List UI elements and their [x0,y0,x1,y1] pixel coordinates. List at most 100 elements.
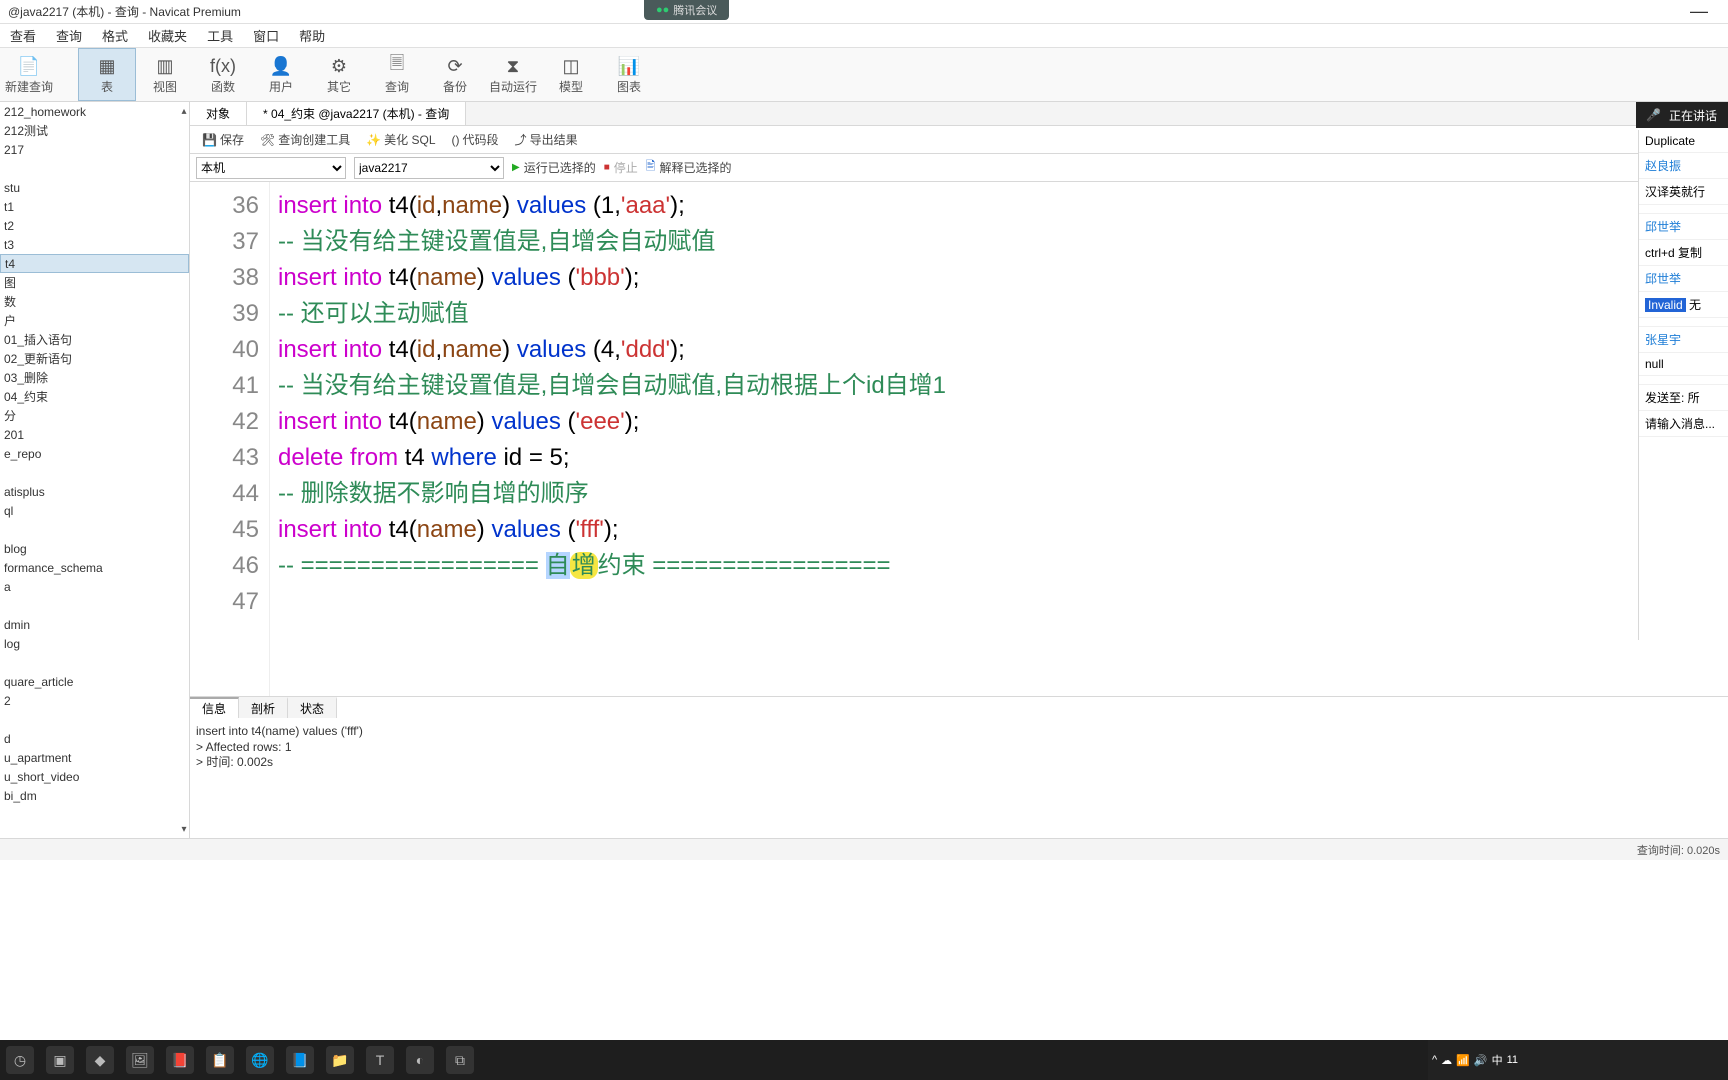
code-line[interactable]: -- 删除数据不影响自增的顺序 [270,476,1728,512]
code-area[interactable]: insert into t4(id,name) values (1,'aaa')… [270,182,1728,696]
system-tray[interactable]: ^ ☁ 📶 🔊 中 11 [1428,1040,1728,1080]
ribbon-其它[interactable]: ⚙其它 [310,48,368,101]
tray-caret-icon[interactable]: ^ [1432,1054,1437,1066]
sidebar-item[interactable]: 户 [0,311,189,330]
tray-wifi-icon[interactable]: 📶 [1456,1054,1470,1067]
sidebar-item[interactable]: u_short_video [0,767,189,786]
code-line[interactable]: insert into t4(name) values ('fff'); [270,512,1728,548]
sidebar-item[interactable]: log [0,634,189,653]
menu-format[interactable]: 格式 [92,26,138,45]
sidebar-item[interactable]: quare_article [0,672,189,691]
sidebar-item[interactable]: 数 [0,292,189,311]
menu-tools[interactable]: 工具 [197,26,243,45]
menu-view[interactable]: 查看 [0,26,46,45]
taskbar-terminal[interactable]: ▣ [46,1046,74,1074]
ribbon-表[interactable]: ▦表 [78,48,136,101]
taskbar-app-7[interactable]: ◐ [406,1046,434,1074]
sidebar-item[interactable]: t2 [0,216,189,235]
result-tab[interactable]: 状态 [288,697,337,718]
editor[interactable]: 363738394041424344454647 insert into t4(… [190,182,1728,696]
tray-weather-icon[interactable]: ☁ [1441,1054,1452,1067]
sidebar-item[interactable]: 212_homework [0,102,189,121]
editor-tab[interactable]: * 04_约束 @java2217 (本机) - 查询 [247,102,466,125]
code-line[interactable]: insert into t4(name) values ('eee'); [270,404,1728,440]
taskbar-app-3[interactable]: 📕 [166,1046,194,1074]
sidebar-item[interactable]: t1 [0,197,189,216]
sidebar-item[interactable]: 图 [0,273,189,292]
sidebar-item[interactable] [0,159,189,178]
tray-ime[interactable]: 中 [1492,1052,1503,1068]
db-select[interactable]: java2217 [354,157,504,179]
code-line[interactable] [270,584,1728,620]
tool-保存[interactable]: 💾保存 [196,131,250,148]
sidebar-item[interactable]: 217 [0,140,189,159]
tray-hour[interactable]: 11 [1507,1054,1518,1066]
minimize-button[interactable]: — [1670,1,1728,22]
sidebar-item[interactable]: d [0,729,189,748]
sidebar-item[interactable] [0,520,189,539]
sidebar-item[interactable]: u_apartment [0,748,189,767]
sidebar-item[interactable]: stu [0,178,189,197]
tool-查询创建工具[interactable]: 🛠查询创建工具 [254,131,356,148]
taskbar-app-5[interactable]: 📘 [286,1046,314,1074]
conn-select[interactable]: 本机 [196,157,346,179]
code-line[interactable]: insert into t4(id,name) values (1,'aaa')… [270,188,1728,224]
sidebar-item[interactable]: bi_dm [0,786,189,805]
taskbar-app-1[interactable]: ◆ [86,1046,114,1074]
ribbon-用户[interactable]: 👤用户 [252,48,310,101]
ribbon-视图[interactable]: ▥视图 [136,48,194,101]
run-button[interactable]: ▶运行已选择的 [512,159,596,176]
sidebar-item[interactable]: 212测试 [0,121,189,140]
sidebar-item[interactable]: formance_schema [0,558,189,577]
sidebar-item[interactable]: a [0,577,189,596]
scroll-down-icon[interactable]: ▾ [179,820,189,838]
ribbon-自动运行[interactable]: ⧗自动运行 [484,48,542,101]
ribbon-模型[interactable]: ◫模型 [542,48,600,101]
result-tab[interactable]: 剖析 [239,697,288,718]
code-line[interactable]: -- 当没有给主键设置值是,自增会自动赋值,自动根据上个id自增1 [270,368,1728,404]
sidebar-item[interactable]: 04_约束 [0,387,189,406]
sidebar-item[interactable] [0,596,189,615]
ribbon-备份[interactable]: ⟳备份 [426,48,484,101]
sidebar-item[interactable]: t4 [0,254,189,273]
explain-button[interactable]: 🖹解释已选择的 [646,157,732,178]
meeting-pill[interactable]: ●●腾讯会议 [644,0,729,20]
taskbar-app-4[interactable]: 📋 [206,1046,234,1074]
taskbar-app-2[interactable]: 🖼 [126,1046,154,1074]
stop-button[interactable]: ■停止 [604,159,638,176]
sidebar-item[interactable]: t3 [0,235,189,254]
mic-bar[interactable]: 🎤正在讲话 [1636,102,1728,128]
sidebar-item[interactable]: 分 [0,406,189,425]
taskbar-app-8[interactable]: ⧉ [446,1046,474,1074]
menu-window[interactable]: 窗口 [243,26,289,45]
sidebar-item[interactable]: dmin [0,615,189,634]
ribbon-函数[interactable]: f(x)函数 [194,48,252,101]
sidebar-item[interactable] [0,653,189,672]
menu-help[interactable]: 帮助 [289,26,335,45]
sidebar-item[interactable] [0,463,189,482]
editor-tab[interactable]: 对象 [190,102,247,125]
sidebar-item[interactable]: 201 [0,425,189,444]
code-line[interactable]: insert into t4(name) values ('bbb'); [270,260,1728,296]
code-line[interactable]: -- 还可以主动赋值 [270,296,1728,332]
code-line[interactable]: delete from t4 where id = 5; [270,440,1728,476]
sidebar-item[interactable]: ql [0,501,189,520]
taskbar-start[interactable]: ◷ [6,1046,34,1074]
ribbon-查询[interactable]: 🗏查询 [368,48,426,101]
sidebar-item[interactable]: e_repo [0,444,189,463]
tool-美化 SQL[interactable]: ✨美化 SQL [360,131,441,148]
taskbar-edge[interactable]: 🌐 [246,1046,274,1074]
tool-代码段[interactable]: ()代码段 [446,131,505,148]
sidebar-item[interactable]: blog [0,539,189,558]
ribbon-图表[interactable]: 📊图表 [600,48,658,101]
menu-fav[interactable]: 收藏夹 [138,26,197,45]
tool-导出结果[interactable]: ⤴导出结果 [509,131,584,148]
sidebar-item[interactable]: atisplus [0,482,189,501]
sidebar-item[interactable]: 03_删除 [0,368,189,387]
code-line[interactable]: -- ================= 自增约束 ==============… [270,548,1728,584]
scroll-up-icon[interactable]: ▴ [179,102,189,120]
code-line[interactable]: insert into t4(id,name) values (4,'ddd')… [270,332,1728,368]
taskbar-folder[interactable]: 📁 [326,1046,354,1074]
tray-sound-icon[interactable]: 🔊 [1474,1054,1488,1067]
sidebar-item[interactable]: 01_插入语句 [0,330,189,349]
